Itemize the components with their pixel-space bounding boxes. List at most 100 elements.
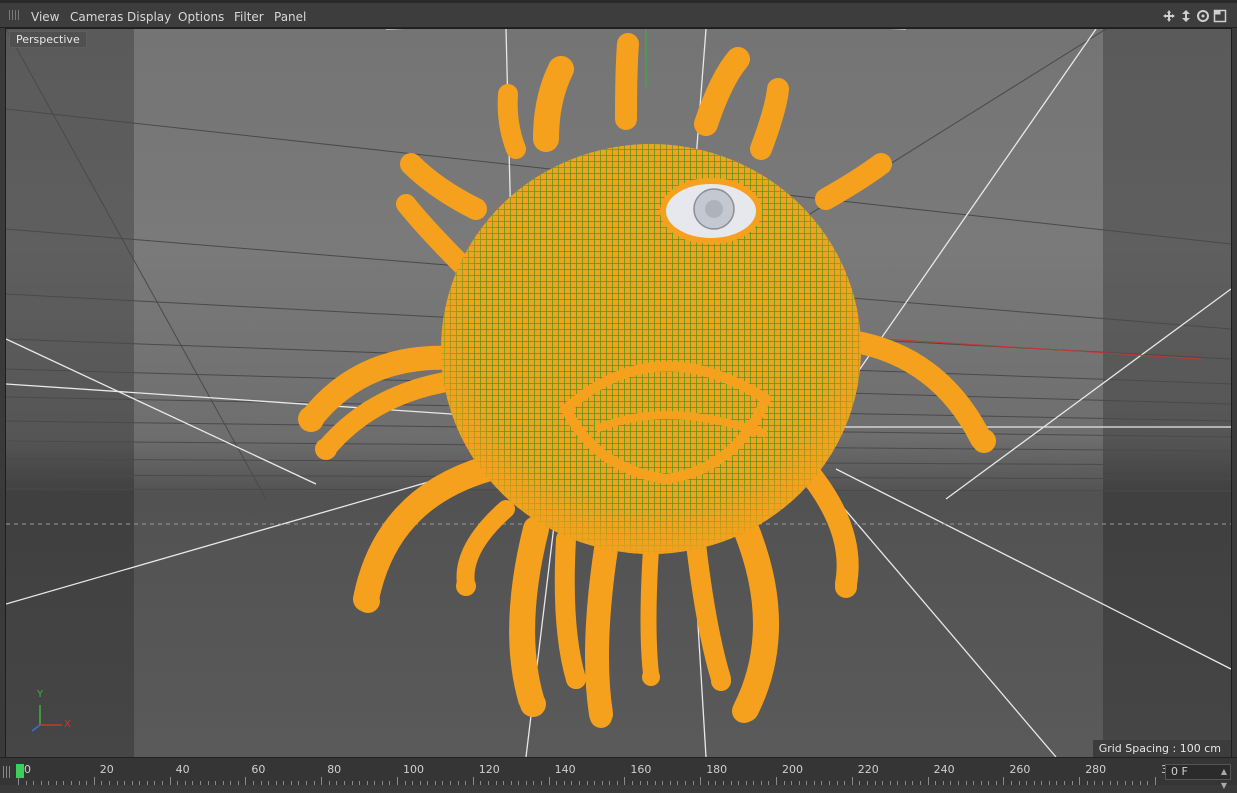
timeline-minor-tick: [336, 781, 338, 785]
timeline-minor-tick: [177, 781, 179, 785]
timeline-minor-tick: [162, 781, 164, 785]
timeline-minor-tick: [1071, 781, 1073, 785]
maximize-view-icon[interactable]: [1213, 8, 1227, 23]
timeline-minor-tick: [738, 781, 740, 785]
timeline-minor-tick: [1101, 781, 1103, 785]
timeline-minor-tick: [715, 781, 717, 785]
timeline-minor-tick: [139, 781, 141, 785]
timeline-minor-tick: [518, 781, 520, 785]
viewport-menubar: View Cameras Display Options Filter Pane…: [0, 0, 1237, 28]
timeline-minor-tick: [268, 781, 270, 785]
timeline-minor-tick: [730, 781, 732, 785]
timeline-minor-tick: [1147, 781, 1149, 785]
menu-cameras[interactable]: Cameras: [70, 10, 123, 24]
timeline-minor-tick: [427, 781, 429, 785]
timeline-tick-label: 200: [782, 763, 803, 776]
timeline-minor-tick: [631, 781, 633, 785]
rotate-view-icon[interactable]: [1196, 8, 1210, 22]
timeline-tick-label: 220: [857, 763, 879, 776]
timeline-tick-label: 240: [933, 763, 955, 776]
timeline-minor-tick: [1132, 781, 1134, 785]
timeline-minor-tick: [866, 781, 868, 785]
timeline-minor-tick: [647, 781, 649, 785]
timeline-minor-tick: [283, 781, 285, 785]
timeline-minor-tick: [389, 781, 391, 785]
timeline-minor-tick: [639, 781, 641, 785]
timeline-minor-tick: [487, 781, 489, 785]
timeline-ruler[interactable]: 0204060801001201401601802002202402602803…: [18, 758, 1175, 785]
timeline-tick-label: 80: [327, 763, 342, 776]
current-frame-value: 0 F: [1171, 765, 1188, 778]
x-axis-line: [885, 338, 1202, 360]
timeline-minor-tick: [798, 781, 800, 785]
timeline-minor-tick: [290, 781, 292, 785]
timeline-minor-tick: [685, 781, 687, 785]
timeline-minor-tick: [434, 781, 436, 785]
timeline-minor-tick: [192, 781, 194, 785]
timeline-minor-tick: [844, 781, 846, 785]
timeline-minor-tick: [783, 781, 785, 785]
timeline-minor-tick: [571, 781, 573, 785]
timeline-minor-tick: [124, 781, 126, 785]
timeline-minor-tick: [412, 781, 414, 785]
timeline-minor-tick: [366, 781, 368, 785]
move-view-icon[interactable]: [1162, 8, 1176, 22]
timeline-minor-tick: [1056, 781, 1058, 785]
menu-panel[interactable]: Panel: [274, 10, 306, 24]
timeline-minor-tick: [563, 781, 565, 785]
timeline-minor-tick: [1094, 781, 1096, 785]
menu-filter[interactable]: Filter: [234, 10, 264, 24]
timeline-minor-tick: [1048, 781, 1050, 785]
timeline-grip-icon[interactable]: [3, 766, 11, 778]
timeline-tick-label: 260: [1009, 763, 1031, 776]
timeline-minor-tick: [806, 781, 808, 785]
grid-spacing-readout: Grid Spacing : 100 cm: [1092, 740, 1231, 757]
timeline-minor-tick: [669, 781, 671, 785]
scene-canvas: [6, 29, 1231, 757]
timeline-minor-tick: [662, 781, 664, 785]
monster-model[interactable]: [298, 33, 996, 728]
timeline-minor-tick: [677, 781, 679, 785]
panel-grip-icon[interactable]: [9, 10, 21, 20]
perspective-viewport[interactable]: Perspective Y X Grid Spacing : 100 cm: [5, 28, 1232, 758]
timeline-minor-tick: [1026, 781, 1028, 785]
timeline-minor-tick: [199, 781, 201, 785]
timeline-minor-tick: [525, 781, 527, 785]
timeline-minor-tick: [616, 781, 618, 785]
timeline-minor-tick: [328, 781, 330, 785]
timeline-minor-tick: [836, 781, 838, 785]
timeline-minor-tick: [419, 781, 421, 785]
menu-display[interactable]: Display: [127, 10, 171, 24]
current-frame-field[interactable]: 0 F ▲ ▼: [1165, 764, 1231, 790]
camera-view-label[interactable]: Perspective: [9, 31, 87, 48]
timeline-minor-tick: [1033, 781, 1035, 785]
timeline-minor-tick: [859, 781, 861, 785]
timeline-minor-tick: [215, 781, 217, 785]
timeline-minor-tick: [503, 781, 505, 785]
menu-options[interactable]: Options: [178, 10, 224, 24]
timeline-minor-tick: [882, 781, 884, 785]
timeline-tick-label: 60: [251, 763, 266, 776]
frame-stepper-icon[interactable]: ▲ ▼: [1221, 765, 1227, 793]
timeline-minor-tick: [230, 781, 232, 785]
timeline-minor-tick: [745, 781, 747, 785]
timeline-minor-tick: [146, 781, 148, 785]
timeline-minor-tick: [935, 781, 937, 785]
timeline-minor-tick: [108, 781, 110, 785]
timeline-minor-tick: [101, 781, 103, 785]
timeline-tick-label: 160: [630, 763, 652, 776]
timeline-minor-tick: [1139, 781, 1141, 785]
zoom-view-icon[interactable]: [1179, 8, 1193, 22]
timeline-minor-tick: [131, 781, 133, 785]
timeline-minor-tick: [154, 781, 156, 785]
timeline-minor-tick: [1064, 781, 1066, 785]
viewport-nav-icons: [1162, 8, 1227, 23]
timeline-minor-tick: [63, 781, 65, 785]
timeline-minor-tick: [48, 781, 50, 785]
timeline-bar[interactable]: 0204060801001201401601802002202402602803…: [0, 757, 1237, 790]
timeline-minor-tick: [874, 781, 876, 785]
timeline-minor-tick: [510, 781, 512, 785]
timeline-minor-tick: [275, 781, 277, 785]
timeline-minor-tick: [207, 781, 209, 785]
menu-view[interactable]: View: [31, 10, 59, 24]
